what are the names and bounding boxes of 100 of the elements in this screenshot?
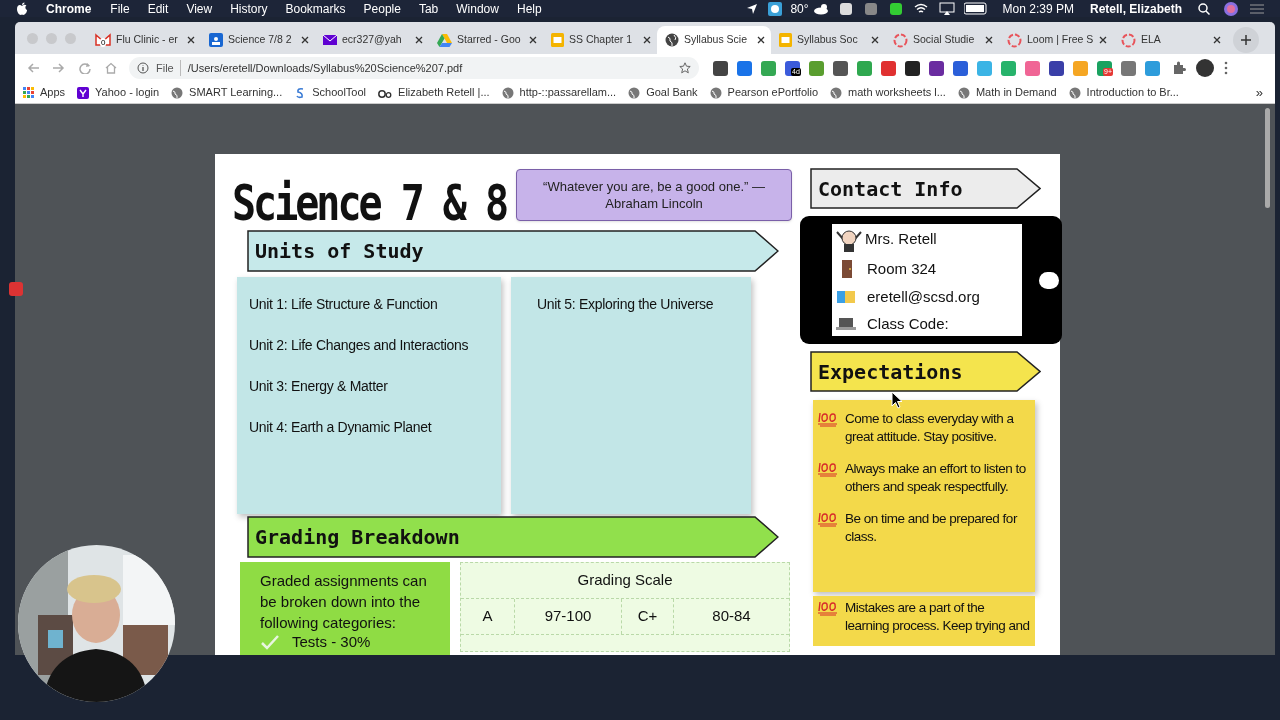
wifi-icon: [913, 1, 930, 16]
menu-item[interactable]: Edit: [138, 0, 178, 18]
app-menu[interactable]: Chrome: [46, 0, 92, 18]
more-bookmarks-button[interactable]: »: [1245, 82, 1273, 103]
browser-tab[interactable]: Syllabus Soc: [771, 26, 885, 54]
tab-title: Social Studie: [913, 32, 976, 48]
bookmark-link[interactable]: http-::passarellam...: [495, 84, 623, 101]
hundred-points-icon: [817, 511, 839, 527]
quote-scroll: “Whatever you are, be a good one.” — Abraham Lincoln: [516, 169, 792, 221]
extension-button[interactable]: [833, 60, 848, 76]
bookmark-title: http-::passarellam...: [519, 85, 617, 101]
user-name[interactable]: Retell, Elizabeth: [1089, 0, 1182, 18]
browser-tab[interactable]: ELA: [1113, 26, 1227, 54]
extensions-puzzle-icon: [1172, 61, 1186, 75]
extension-button[interactable]: [929, 60, 944, 76]
tab-title: ELA: [1141, 32, 1162, 48]
browser-tab[interactable]: Social Studie: [885, 26, 999, 54]
browser-tab[interactable]: Starred - Goo: [429, 26, 543, 54]
close-icon: [415, 36, 423, 44]
tab-title: Starred - Goo: [457, 32, 522, 48]
star-icon: [679, 62, 691, 74]
globe-icon: [628, 86, 641, 99]
extension-button[interactable]: [1049, 60, 1064, 76]
profile-avatar-button[interactable]: [1196, 59, 1214, 77]
laptop-icon: [836, 318, 856, 330]
menu-item[interactable]: Help: [507, 0, 551, 18]
unit-text: Unit 5: Exploring the Universe: [537, 295, 714, 314]
tab-title: Loom | Free S: [1027, 32, 1094, 48]
table-cell-text: C+: [637, 606, 658, 627]
table-cell-text: A: [482, 606, 493, 627]
browser-tab[interactable]: SS Chapter 1: [543, 26, 657, 54]
globe-icon: [665, 33, 679, 47]
address-bar[interactable]: File /Users/eretell/Downloads/Syllabus%20Science%207.pdf: [129, 57, 699, 79]
close-icon: [643, 36, 651, 44]
hundred-points-icon: [817, 461, 839, 477]
unit-text: Unit 4: Earth a Dynamic Planet: [249, 418, 432, 437]
browser-tab[interactable]: Science 7/8 2: [201, 26, 315, 54]
note-text: Graded assignments can be broken down into the following categories:: [260, 571, 428, 633]
extension-button[interactable]: [713, 60, 728, 76]
yahoo-icon: [77, 86, 90, 99]
menu-item[interactable]: Window: [447, 0, 508, 18]
scrollbar[interactable]: [1265, 108, 1270, 208]
forward-icon: [53, 62, 65, 74]
section-heading: Contact Info: [818, 175, 963, 203]
close-icon: [1213, 36, 1221, 44]
home-button[interactable]: [103, 60, 119, 76]
bookmark-link[interactable]: SchoolTool: [288, 84, 373, 101]
menu-item[interactable]: View: [177, 0, 222, 18]
home-icon: [105, 62, 117, 74]
hundred-points-icon: [817, 411, 839, 427]
menu-item[interactable]: Tab: [409, 0, 448, 18]
close-icon: [871, 36, 879, 44]
contact-text: Class Code:: [867, 314, 949, 334]
cloud-sun-icon: [812, 2, 831, 15]
bookmark-link[interactable]: Goal Bank: [622, 84, 704, 101]
bookmark-title: SMART Learning...: [189, 85, 283, 101]
globe-icon: [1068, 86, 1081, 99]
bookmark-title: Math in Demand: [975, 85, 1057, 101]
contact-text: Mrs. Retell: [865, 229, 937, 249]
menu-item[interactable]: History: [221, 0, 277, 18]
menu-item[interactable]: People: [354, 0, 410, 18]
apps-grid-icon: [23, 87, 34, 98]
tab-title: SS Chapter 1: [569, 32, 634, 48]
menu-item[interactable]: Bookmarks: [276, 0, 355, 18]
browser-tab[interactable]: 0 Flu Clinic - er: [87, 26, 201, 54]
bookmark-link[interactable]: Math in Demand: [951, 84, 1063, 101]
bookmark-link[interactable]: math worksheets l...: [824, 84, 952, 101]
menu-item[interactable]: File: [101, 0, 139, 18]
clock-text: Mon 2:39 PM: [1002, 0, 1074, 18]
globe-icon: [830, 86, 843, 99]
menu-icon: [1250, 3, 1264, 14]
browser-tab[interactable]: Loom | Free S: [999, 26, 1113, 54]
close-icon: [1099, 36, 1107, 44]
apple-icon: [16, 1, 28, 16]
bookmark-link[interactable]: Apps: [17, 84, 72, 101]
bookmark-link[interactable]: Elizabeth Retell |...: [372, 84, 496, 101]
extension-button[interactable]: [905, 60, 920, 76]
info-icon: [137, 62, 149, 74]
door-icon: [842, 260, 852, 279]
bookmark-link[interactable]: Pearson ePortfolio: [703, 84, 825, 101]
mail-icon: [323, 34, 337, 46]
close-icon: [985, 36, 993, 44]
scheme-label: File: [156, 59, 181, 77]
browser-tab[interactable]: Syllabus Scie: [657, 26, 771, 54]
slides-icon: [779, 33, 792, 47]
hundred-points-icon: [817, 600, 839, 616]
record-button[interactable]: [9, 282, 23, 296]
expectation-text: Always make an effort to listen to others and speak respectfully.: [845, 460, 1027, 496]
globe-icon: [171, 86, 184, 99]
bookmark-link[interactable]: Introduction to Br...: [1062, 84, 1185, 101]
reload-button[interactable]: [77, 60, 93, 76]
bookmark-link[interactable]: Yahoo - login: [71, 84, 166, 101]
bookmark-link[interactable]: SMART Learning...: [165, 84, 289, 101]
browser-tab[interactable]: ecr327@yah: [315, 26, 429, 54]
section-heading: Grading Breakdown: [255, 524, 460, 551]
page-title: Science 7 & 8: [232, 172, 507, 232]
new-tab-button[interactable]: [1233, 27, 1259, 53]
close-icon: [757, 36, 765, 44]
location-arrow-icon: [746, 2, 759, 15]
url-text: /Users/eretell/Downloads/Syllabus%20Science%207.pdf: [187, 60, 464, 76]
